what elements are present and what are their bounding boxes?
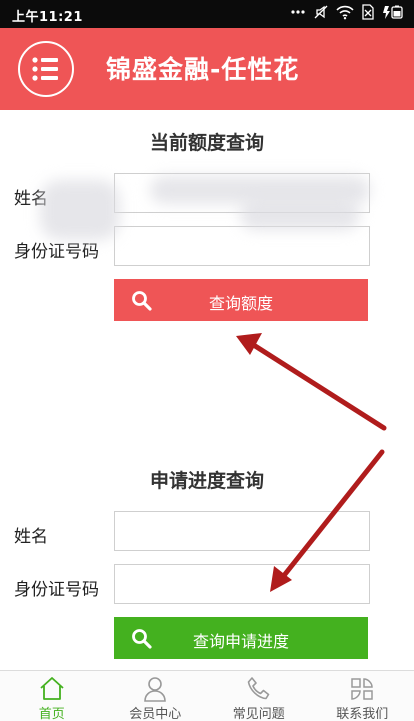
progress-name-input[interactable] xyxy=(114,511,370,551)
annotation-arrowhead-up xyxy=(236,333,262,355)
contact-icon xyxy=(351,678,374,700)
user-icon xyxy=(144,677,167,702)
nav-item-contact[interactable]: 联系我们 xyxy=(311,671,414,721)
menu-button[interactable] xyxy=(18,41,74,97)
credit-query-title: 当前额度查询 xyxy=(149,132,264,154)
mute-icon xyxy=(313,4,329,24)
nav-item-home[interactable]: 首页 xyxy=(0,671,104,721)
no-sim-icon xyxy=(361,4,375,24)
nav-item-member[interactable]: 会员中心 xyxy=(104,671,208,721)
phone-icon xyxy=(247,677,270,700)
more-dots-icon xyxy=(290,4,306,24)
menu-list-icon xyxy=(32,57,58,81)
app-header: 锦盛金融-任性花 xyxy=(0,28,414,110)
home-icon xyxy=(40,677,64,700)
wifi-icon xyxy=(336,4,354,24)
nav-label-contact: 联系我们 xyxy=(336,707,389,721)
progress-id-label: 身份证号码 xyxy=(14,580,99,600)
query-credit-button[interactable]: 查询额度 xyxy=(114,279,368,321)
app-title: 锦盛金融-任性花 xyxy=(106,55,300,84)
nav-label-member: 会员中心 xyxy=(129,707,182,721)
battery-charging-icon xyxy=(382,4,404,24)
status-time: 上午11:21 xyxy=(12,10,83,25)
redaction-blur xyxy=(40,180,120,240)
credit-id-input[interactable] xyxy=(114,226,370,266)
query-progress-label: 查询申请进度 xyxy=(192,632,289,651)
annotation-arrow-up xyxy=(249,341,387,431)
redaction-blur xyxy=(240,200,360,230)
status-bar: 上午11:21 xyxy=(0,0,414,28)
query-credit-label: 查询额度 xyxy=(208,294,273,313)
query-progress-button[interactable]: 查询申请进度 xyxy=(114,617,368,659)
progress-query-title: 申请进度查询 xyxy=(149,470,264,492)
status-icons xyxy=(290,4,404,24)
nav-label-home: 首页 xyxy=(38,707,65,721)
progress-name-label: 姓名 xyxy=(14,527,48,547)
credit-id-label: 身份证号码 xyxy=(14,242,99,262)
progress-id-input[interactable] xyxy=(114,564,370,604)
bottom-nav: 首页 会员中心 常见问题 联系我们 xyxy=(0,670,414,721)
nav-label-faq: 常见问题 xyxy=(232,707,285,721)
nav-item-faq[interactable]: 常见问题 xyxy=(207,671,311,721)
